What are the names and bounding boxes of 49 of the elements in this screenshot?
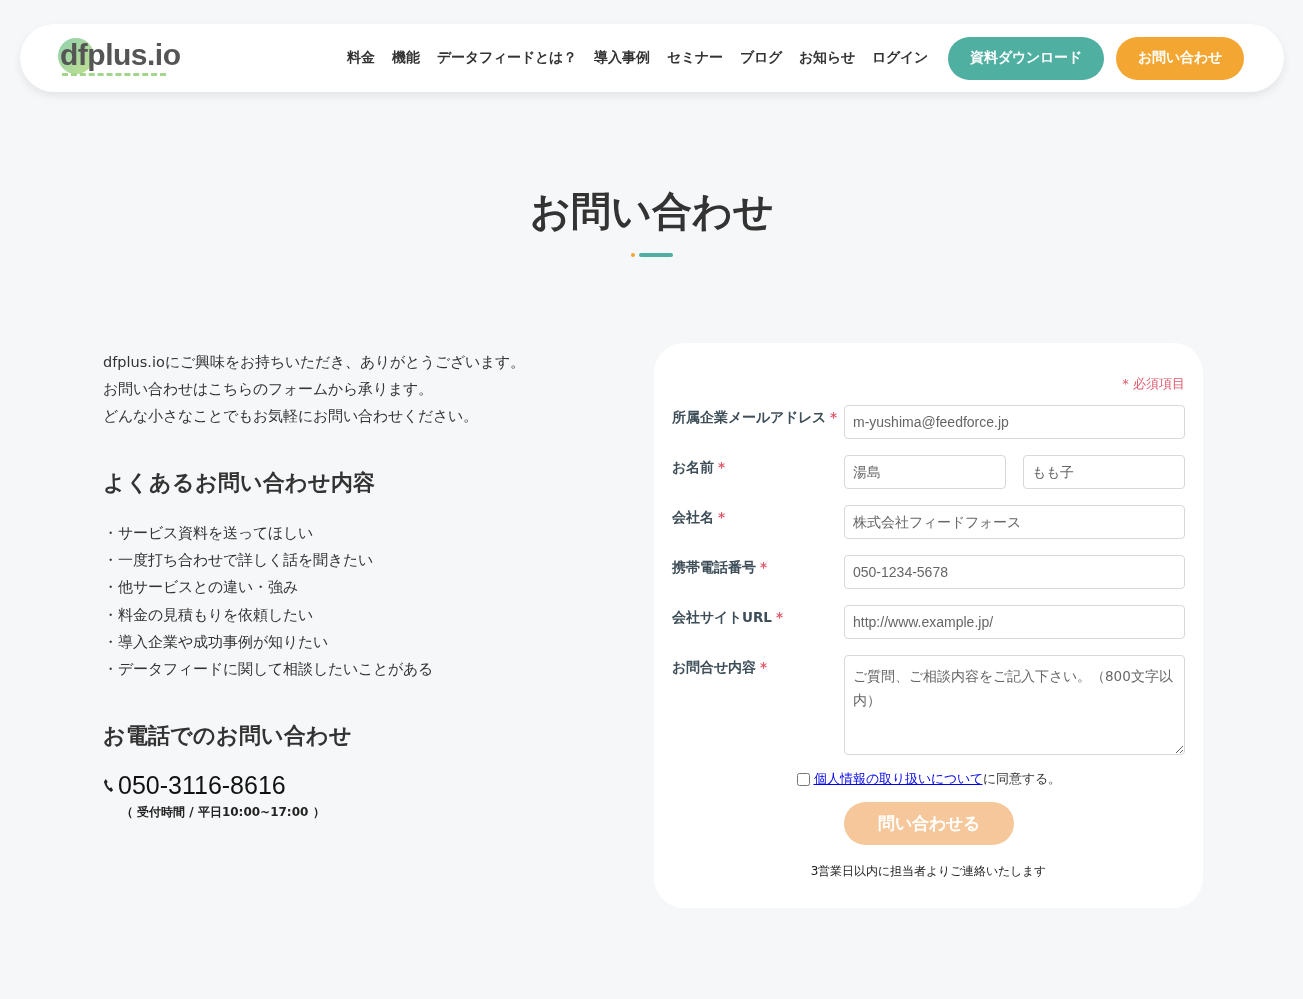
nav-link[interactable]: ログイン bbox=[872, 49, 928, 67]
section-heading: よくあるお問い合わせ内容 bbox=[103, 469, 376, 497]
intro-text: どんな小さなことでもお気軽にお問い合わせください。 bbox=[103, 407, 479, 426]
required-mark: * bbox=[718, 459, 726, 475]
required-mark: * bbox=[775, 609, 784, 625]
input-field[interactable]: 050-1234-5678 bbox=[844, 555, 1185, 589]
required-mark: * bbox=[760, 559, 768, 575]
nav-link[interactable]: 機能 bbox=[392, 49, 420, 67]
nav-link[interactable]: セミナー bbox=[667, 49, 723, 67]
nav-link[interactable]: データフィードとは？ bbox=[437, 49, 577, 67]
page-title: お問い合わせ bbox=[530, 187, 774, 236]
faq-item: ・料金の見積もりを依頼したい bbox=[103, 605, 314, 625]
section-heading: お電話でのお問い合わせ bbox=[103, 722, 353, 751]
required-note: * 必須項目 bbox=[1121, 375, 1185, 393]
faq-item: ・一度打ち合わせで詳しく話を聞きたい bbox=[103, 551, 374, 571]
privacy-link[interactable]: 個人情報の取り扱いについて bbox=[813, 771, 983, 788]
field-label: お名前 bbox=[672, 459, 714, 477]
required-mark: * bbox=[760, 659, 768, 675]
accent-dot bbox=[631, 253, 635, 257]
intro-text: dfplus.ioにご興味をお持ちいただき、ありがとうございます。 bbox=[103, 353, 526, 372]
required-mark: * bbox=[830, 409, 838, 425]
faq-item: ・データフィードに関して相談したいことがある bbox=[103, 660, 434, 679]
message-field[interactable]: ご質問、ご相談内容をご記入下さい。（800文字以内） bbox=[844, 655, 1185, 755]
accent-bar bbox=[639, 253, 673, 257]
field-label: 会社サイトURL bbox=[672, 609, 772, 627]
faq-item: ・導入企業や成功事例が知りたい bbox=[103, 632, 329, 652]
required-mark: * bbox=[718, 509, 726, 525]
input-field[interactable]: 湯島 bbox=[844, 455, 1006, 489]
business-hours: （ 受付時間 / 平日10:00~17:00 ） bbox=[121, 804, 326, 822]
nav-link[interactable]: 料金 bbox=[347, 49, 375, 67]
input-field[interactable]: もも子 bbox=[1023, 455, 1185, 489]
response-note: 3営業日以内に担当者よりご連絡いたします bbox=[809, 863, 1048, 880]
field-label: 会社名 bbox=[672, 509, 714, 527]
phone-number: 050-3116-8616 bbox=[118, 771, 286, 801]
field-label: 携帯電話番号 bbox=[672, 559, 756, 577]
input-field[interactable]: 株式会社フィードフォース bbox=[844, 505, 1185, 539]
field-label: お問合せ内容 bbox=[672, 659, 756, 677]
intro-text: お問い合わせはこちらのフォームから承ります。 bbox=[103, 380, 434, 399]
phone-icon bbox=[103, 778, 114, 794]
faq-item: ・他サービスとの違い・強み bbox=[103, 578, 299, 598]
input-field[interactable]: http://www.example.jp/ bbox=[844, 605, 1185, 639]
consent-text: に同意する。 bbox=[982, 771, 1061, 788]
input-field[interactable]: m-yushima@feedforce.jp bbox=[844, 405, 1185, 439]
field-label: 所属企業メールアドレス bbox=[672, 409, 826, 427]
nav-link[interactable]: 導入事例 bbox=[594, 49, 650, 67]
consent-checkbox[interactable] bbox=[796, 773, 810, 786]
nav-link[interactable]: ブログ bbox=[740, 49, 782, 67]
nav-link[interactable]: お知らせ bbox=[799, 49, 855, 67]
faq-item: ・サービス資料を送ってほしい bbox=[103, 524, 314, 543]
